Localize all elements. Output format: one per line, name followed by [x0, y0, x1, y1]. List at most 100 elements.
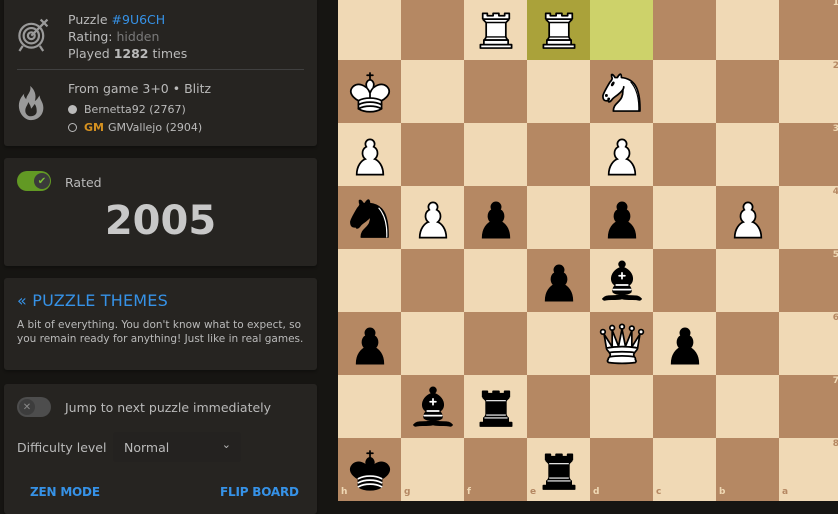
square-c5[interactable]: [653, 249, 716, 312]
square-a6[interactable]: 6: [779, 312, 838, 375]
check-icon: ✔: [34, 173, 50, 189]
black-knight-icon[interactable]: [338, 186, 401, 249]
puzzle-meta: Puzzle #9U6CH Rating: hidden Played 1282…: [68, 11, 187, 62]
rank-label: 2: [832, 61, 838, 71]
black-bishop-icon[interactable]: [401, 375, 464, 438]
chevron-down-icon: ⌄: [221, 438, 231, 451]
square-g6[interactable]: [401, 312, 464, 375]
square-f2[interactable]: [464, 60, 527, 123]
square-e4[interactable]: [527, 186, 590, 249]
square-c7[interactable]: [653, 375, 716, 438]
square-a5[interactable]: 5: [779, 249, 838, 312]
square-c8[interactable]: c: [653, 438, 716, 501]
square-h1[interactable]: [338, 0, 401, 60]
rated-toggle[interactable]: ✔: [17, 171, 51, 191]
puzzle-label: Puzzle: [68, 12, 108, 27]
zen-mode-button[interactable]: ZEN MODE: [30, 485, 100, 499]
square-a2[interactable]: 2: [779, 60, 838, 123]
white-king-icon[interactable]: [338, 60, 401, 123]
file-label: f: [467, 487, 471, 497]
square-g2[interactable]: [401, 60, 464, 123]
square-c2[interactable]: [653, 60, 716, 123]
square-a7[interactable]: 7: [779, 375, 838, 438]
black-pawn-icon[interactable]: [527, 249, 590, 312]
jump-next-toggle[interactable]: ✕: [17, 397, 51, 417]
square-h7[interactable]: [338, 375, 401, 438]
black-pawn-icon[interactable]: [338, 312, 401, 375]
puzzle-themes-link[interactable]: « PUZZLE THEMES: [17, 291, 168, 310]
rating-label: Rating:: [68, 29, 113, 44]
black-pawn-icon[interactable]: [590, 186, 653, 249]
square-e2[interactable]: [527, 60, 590, 123]
themes-panel: « PUZZLE THEMES A bit of everything. You…: [4, 278, 317, 370]
square-a3[interactable]: 3: [779, 123, 838, 186]
user-puzzle-rating: 2005: [104, 198, 217, 244]
square-e3[interactable]: [527, 123, 590, 186]
square-c4[interactable]: [653, 186, 716, 249]
square-e7[interactable]: [527, 375, 590, 438]
jump-next-label: Jump to next puzzle immediately: [65, 400, 272, 415]
square-e6[interactable]: [527, 312, 590, 375]
file-label: c: [656, 487, 662, 497]
square-f8[interactable]: f: [464, 438, 527, 501]
player-white[interactable]: Bernetta92 (2767): [68, 100, 211, 118]
difficulty-label: Difficulty level: [17, 440, 107, 455]
player-black[interactable]: GM GMVallejo (2904): [68, 118, 211, 136]
file-label: a: [782, 487, 789, 497]
puzzle-id-link[interactable]: #9U6CH: [112, 12, 166, 27]
square-g5[interactable]: [401, 249, 464, 312]
from-game-link[interactable]: From game 3+0 • Blitz: [68, 80, 211, 97]
difficulty-value: Normal: [124, 440, 170, 455]
white-pawn-icon[interactable]: [401, 186, 464, 249]
square-b5[interactable]: [716, 249, 779, 312]
rank-label: 3: [832, 124, 838, 134]
square-b7[interactable]: [716, 375, 779, 438]
white-pawn-icon[interactable]: [338, 123, 401, 186]
square-d7[interactable]: [590, 375, 653, 438]
player-black-name[interactable]: GMVallejo (2904): [108, 119, 202, 136]
info-divider: [17, 69, 304, 70]
square-g8[interactable]: g: [401, 438, 464, 501]
square-f3[interactable]: [464, 123, 527, 186]
difficulty-select[interactable]: Normal ⌄: [113, 432, 241, 462]
rank-label: 1: [832, 0, 838, 8]
square-h5[interactable]: [338, 249, 401, 312]
square-b6[interactable]: [716, 312, 779, 375]
square-a1[interactable]: 1: [779, 0, 838, 60]
black-rook-icon[interactable]: [527, 438, 590, 501]
player-white-name[interactable]: Bernetta92 (2767): [84, 101, 186, 118]
black-pawn-icon[interactable]: [653, 312, 716, 375]
square-b2[interactable]: [716, 60, 779, 123]
black-player-icon: [68, 122, 77, 132]
white-queen-icon[interactable]: [590, 312, 653, 375]
chess-board[interactable]: 1234567hgfedcb8a: [338, 0, 838, 501]
square-f5[interactable]: [464, 249, 527, 312]
rank-label: 7: [832, 376, 838, 386]
square-g1[interactable]: [401, 0, 464, 60]
black-pawn-icon[interactable]: [464, 186, 527, 249]
rank-label: 4: [832, 187, 838, 197]
file-label: b: [719, 487, 726, 497]
square-d1[interactable]: [590, 0, 653, 60]
white-pawn-icon[interactable]: [590, 123, 653, 186]
white-rook-icon[interactable]: [527, 0, 590, 60]
black-bishop-icon[interactable]: [590, 249, 653, 312]
black-king-icon[interactable]: [338, 438, 401, 501]
square-g3[interactable]: [401, 123, 464, 186]
square-c1[interactable]: [653, 0, 716, 60]
black-rook-icon[interactable]: [464, 375, 527, 438]
square-b1[interactable]: [716, 0, 779, 60]
square-c3[interactable]: [653, 123, 716, 186]
file-label: g: [404, 487, 411, 497]
rank-label: 5: [832, 250, 838, 260]
white-knight-icon[interactable]: [590, 60, 653, 123]
square-f6[interactable]: [464, 312, 527, 375]
white-pawn-icon[interactable]: [716, 186, 779, 249]
square-a4[interactable]: 4: [779, 186, 838, 249]
square-b3[interactable]: [716, 123, 779, 186]
square-d8[interactable]: d: [590, 438, 653, 501]
white-rook-icon[interactable]: [464, 0, 527, 60]
square-a8[interactable]: 8a: [779, 438, 838, 501]
flip-board-button[interactable]: FLIP BOARD: [220, 485, 299, 499]
square-b8[interactable]: b: [716, 438, 779, 501]
